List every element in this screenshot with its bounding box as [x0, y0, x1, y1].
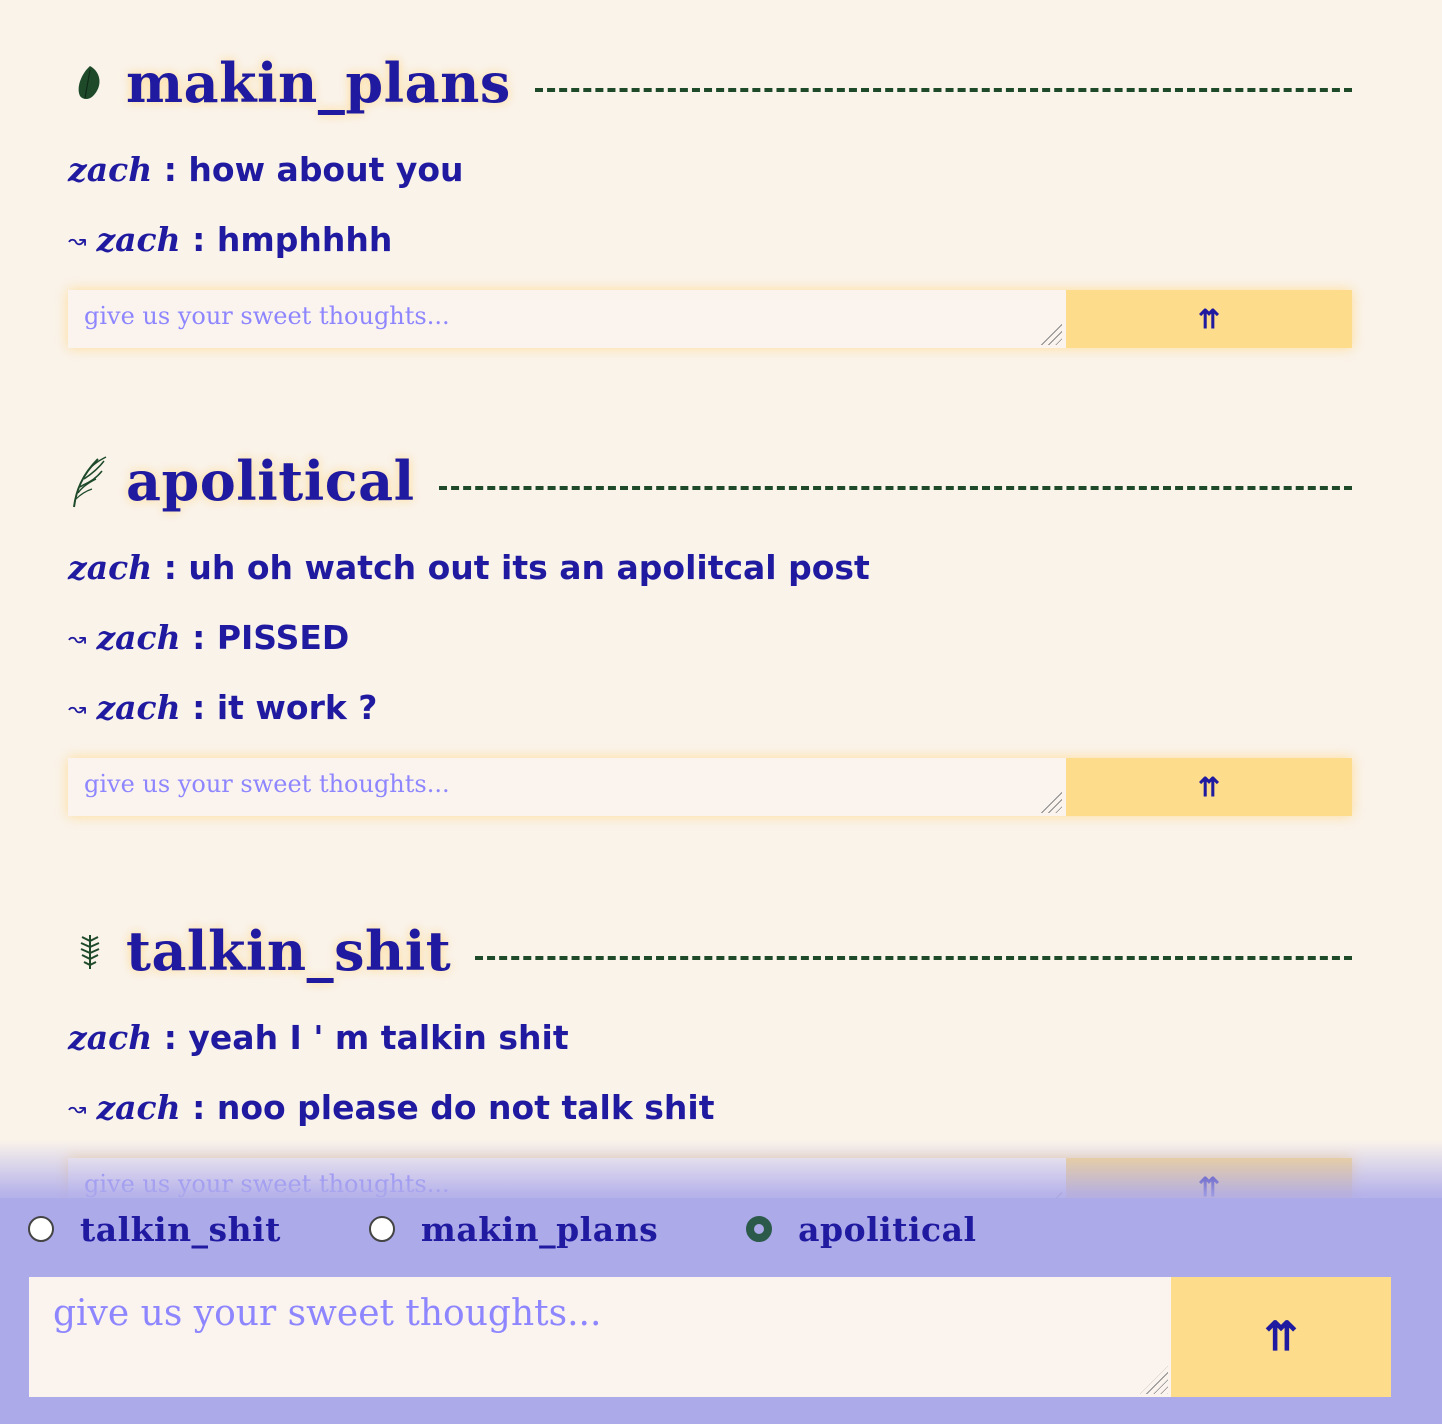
radio-button[interactable]: [368, 1216, 395, 1242]
message-text: PISSED: [216, 618, 350, 657]
channel-selector: talkin_shit makin_plans apolitical: [28, 1208, 1065, 1250]
new-post-bar: talkin_shit makin_plans apolitical ⇈: [0, 1198, 1442, 1424]
topic-apolitical: apolitical zach : uh oh watch out its an…: [68, 446, 1352, 816]
channel-option-makin-plans[interactable]: makin_plans: [368, 1209, 659, 1249]
message-text: yeah I ' m talkin shit: [188, 1018, 569, 1057]
message: zach : uh oh watch out its an apolitcal …: [68, 548, 1352, 588]
channel-label: makin_plans: [420, 1209, 659, 1249]
send-reply-button[interactable]: ⇈: [1066, 290, 1352, 348]
radio-button-selected[interactable]: [746, 1216, 773, 1242]
message-text: it work ?: [216, 688, 378, 727]
channel-option-talkin-shit[interactable]: talkin_shit: [28, 1210, 281, 1249]
message-separator: :: [180, 220, 217, 259]
topic-header: talkin_shit: [68, 916, 1352, 986]
channel-label: talkin_shit: [80, 1209, 281, 1249]
message-separator: :: [152, 1018, 189, 1057]
reply-input[interactable]: [68, 290, 1066, 348]
fern-sprig-icon: [68, 924, 112, 978]
topic-title: talkin_shit: [126, 919, 452, 983]
reply-message: ↝ zach : it work ?: [68, 688, 1352, 728]
send-reply-button[interactable]: ⇈: [1066, 758, 1352, 816]
message-separator: :: [180, 618, 217, 657]
topic-divider: [475, 956, 1352, 960]
topic-divider: [534, 88, 1352, 92]
message-text: hmphhhh: [216, 220, 393, 259]
reply-arrow-icon: ↝: [68, 696, 87, 722]
send-post-button[interactable]: ⇈: [1171, 1277, 1391, 1397]
topic-title: apolitical: [126, 449, 415, 513]
new-post-composer: ⇈: [29, 1277, 1391, 1397]
message-text: noo please do not talk shit: [216, 1088, 715, 1127]
topic-divider: [438, 486, 1352, 490]
topic-title: makin_plans: [126, 51, 511, 115]
channel-label: apolitical: [798, 1209, 977, 1249]
reply-message: ↝ zach : hmphhhh: [68, 220, 1352, 260]
message-author: zach: [96, 688, 181, 727]
message-separator: :: [152, 150, 189, 189]
message-separator: :: [180, 688, 217, 727]
message-separator: :: [180, 1088, 217, 1127]
fern-frond-icon: [68, 454, 112, 508]
message-author: zach: [68, 1018, 153, 1057]
channel-option-apolitical[interactable]: apolitical: [746, 1210, 976, 1249]
new-post-input-wrap: [29, 1277, 1171, 1397]
leaf-icon: [68, 56, 112, 110]
message-text: how about you: [188, 150, 464, 189]
message-author: zach: [96, 618, 181, 657]
reply-composer: ⇈: [68, 290, 1352, 348]
topic-header: apolitical: [68, 446, 1352, 516]
message-separator: :: [152, 548, 189, 587]
reply-arrow-icon: ↝: [68, 626, 87, 652]
topic-makin-plans: makin_plans zach : how about you ↝ zach :…: [68, 48, 1352, 348]
reply-message: ↝ zach : noo please do not talk shit: [68, 1088, 1352, 1128]
radio-button[interactable]: [28, 1216, 54, 1242]
reply-message: ↝ zach : PISSED: [68, 618, 1352, 658]
message-author: zach: [96, 220, 181, 259]
reply-arrow-icon: ↝: [68, 1096, 87, 1122]
reply-arrow-icon: ↝: [68, 228, 87, 254]
message: zach : yeah I ' m talkin shit: [68, 1018, 1352, 1058]
message-author: zach: [68, 150, 153, 189]
topic-header: makin_plans: [68, 48, 1352, 118]
new-post-input[interactable]: [29, 1277, 1171, 1397]
message-author: zach: [68, 548, 153, 587]
message-author: zach: [96, 1088, 181, 1127]
message-text: uh oh watch out its an apolitcal post: [188, 548, 870, 587]
message: zach : how about you: [68, 150, 1352, 190]
reply-input[interactable]: [68, 758, 1066, 816]
reply-composer: ⇈: [68, 758, 1352, 816]
